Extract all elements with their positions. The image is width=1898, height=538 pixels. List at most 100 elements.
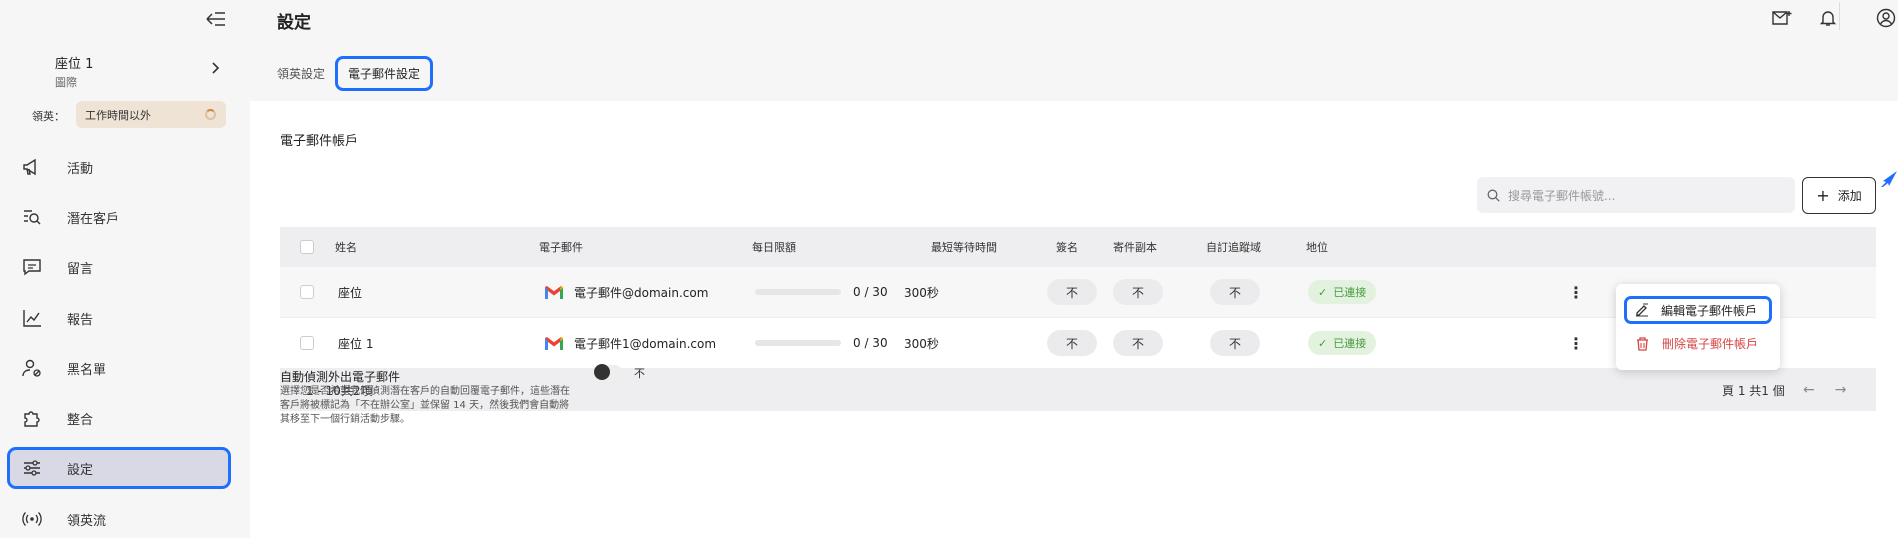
seat-selector[interactable]: 座位 1 圖際 <box>55 53 93 90</box>
sidebar-item-reports[interactable]: 報告 <box>10 299 232 337</box>
message-icon <box>20 255 44 279</box>
delete-email-account-menu-item[interactable]: 刪除電子郵件帳戶 <box>1636 335 1758 352</box>
sidebar-item-label: 整合 <box>67 412 94 428</box>
delete-label: 刪除電子郵件帳戶 <box>1662 337 1759 351</box>
settings-tabs: 領英設定 電子郵件設定 <box>277 56 434 91</box>
edit-label: 編輯電子郵件帳戶 <box>1661 303 1758 318</box>
column-header-daily-limit: 每日限額 <box>752 241 796 254</box>
row-min-wait: 300秒 <box>904 336 939 351</box>
chevron-right-icon[interactable] <box>212 62 220 77</box>
check-icon: ✓ <box>1318 336 1328 350</box>
status-text: 已連接 <box>1333 286 1367 299</box>
collapse-sidebar-icon[interactable] <box>204 8 228 30</box>
status-badge[interactable]: 工作時間以外 <box>76 101 226 128</box>
chart-icon <box>20 306 44 330</box>
table-header: 姓名 電子郵件 每日限額 最短等待時間 簽名 寄件副本 自訂追蹤域 地位 <box>280 227 1876 267</box>
cc-badge: 不 <box>1113 279 1163 305</box>
prev-page-icon[interactable]: ← <box>1803 382 1815 398</box>
row-daily-limit: 0 / 30 <box>755 318 888 368</box>
seat-name: 座位 1 <box>55 57 94 72</box>
signature-badge: 不 <box>1047 279 1097 305</box>
row-email-text: 電子郵件@domain.com <box>574 285 709 300</box>
toggle-label: 不 <box>634 367 645 380</box>
email-settings-panel: 電子郵件帳戶 搜尋電子郵件帳號... + 添加 姓名 電子郵件 每日限額 最短等… <box>250 101 1898 538</box>
edit-icon <box>1635 303 1651 317</box>
column-header-cc: 寄件副本 <box>1113 241 1157 254</box>
user-block-icon <box>20 356 44 380</box>
megaphone-icon <box>20 155 44 179</box>
row-checkbox[interactable] <box>300 285 314 299</box>
add-email-account-button[interactable]: + 添加 <box>1802 177 1876 214</box>
more-options-icon[interactable]: ⋮ <box>1568 334 1584 353</box>
next-page-icon[interactable]: → <box>1835 382 1847 398</box>
sidebar-item-label: 報告 <box>67 312 94 328</box>
status-text: 工作時間以外 <box>85 108 151 122</box>
row-limit-text: 0 / 30 <box>853 336 888 350</box>
trash-icon <box>1636 336 1652 351</box>
column-header-tracking-domain: 自訂追蹤域 <box>1206 241 1261 254</box>
search-icon <box>1487 189 1500 202</box>
toggle-knob <box>594 364 610 380</box>
sidebar-item-integrations[interactable]: 整合 <box>10 399 232 437</box>
column-header-name: 姓名 <box>335 241 357 254</box>
row-email: 電子郵件@domain.com <box>544 267 708 317</box>
header-icons <box>1748 6 1898 30</box>
page-title: 設定 <box>277 13 311 33</box>
search-list-icon <box>20 205 44 229</box>
sidebar-item-label: 潛在客戶 <box>67 211 120 227</box>
add-label: 添加 <box>1837 189 1862 203</box>
pager-arrows: ← → <box>1803 369 1866 411</box>
signature-badge: 不 <box>1047 330 1097 356</box>
sliders-icon <box>20 456 44 480</box>
sidebar-item-leads[interactable]: 潛在客戶 <box>10 198 232 236</box>
status-badge: ✓ 已連接 <box>1308 331 1377 355</box>
daily-limit-progress <box>755 289 841 295</box>
select-all-checkbox[interactable] <box>300 240 314 254</box>
sidebar-item-messages[interactable]: 留言 <box>10 248 232 286</box>
column-header-email: 電子郵件 <box>539 241 583 254</box>
row-email: 電子郵件1@domain.com <box>544 318 716 368</box>
status-text: 已連接 <box>1333 337 1367 350</box>
plus-icon: + <box>1816 186 1830 205</box>
user-account-icon[interactable] <box>1874 6 1898 30</box>
sidebar-item-activities[interactable]: 活動 <box>10 148 232 186</box>
column-header-status: 地位 <box>1306 241 1328 254</box>
puzzle-icon <box>20 406 44 430</box>
auto-detect-description: 選擇您是否希望我們偵測潛在客戶的自動回覆電子郵件，這些潛在客戶將被標記為「不在辦… <box>280 386 570 425</box>
row-actions-menu: 編輯電子郵件帳戶 刪除電子郵件帳戶 <box>1616 284 1780 370</box>
check-icon: ✓ <box>1318 285 1328 299</box>
broadcast-icon <box>20 507 44 531</box>
row-name: 座位 <box>338 285 363 300</box>
status-badge: ✓ 已連接 <box>1308 280 1377 304</box>
row-checkbox[interactable] <box>300 336 314 350</box>
column-header-signature: 簽名 <box>1056 241 1078 254</box>
edit-email-account-menu-item[interactable]: 編輯電子郵件帳戶 <box>1624 296 1772 324</box>
sidebar-item-blacklist[interactable]: 黑名單 <box>10 349 232 387</box>
auto-detect-toggle[interactable] <box>594 364 622 380</box>
sidebar-item-settings[interactable]: 設定 <box>7 447 231 489</box>
loading-spinner-icon <box>205 109 216 120</box>
gmail-icon <box>545 336 563 350</box>
tracking-domain-badge: 不 <box>1210 330 1260 356</box>
row-min-wait: 300秒 <box>904 285 939 300</box>
row-name: 座位 1 <box>338 336 374 351</box>
auto-detect-title: 自動偵測外出電子郵件 <box>280 370 401 384</box>
sidebar-item-linkedin-flow[interactable]: 領英流 <box>10 500 232 538</box>
column-header-min-wait: 最短等待時間 <box>931 241 997 254</box>
sidebar: 座位 1 圖際 領英： 工作時間以外 活動 潛在客戶 留言 報告 黑名單 整合 … <box>0 0 250 538</box>
sidebar-item-label: 留言 <box>67 261 94 277</box>
mail-add-icon[interactable] <box>1770 6 1794 30</box>
search-input[interactable]: 搜尋電子郵件帳號... <box>1477 177 1795 213</box>
sidebar-item-label: 領英流 <box>67 513 107 529</box>
tab-email-settings[interactable]: 電子郵件設定 <box>335 56 434 91</box>
cursor-arrow-icon <box>1880 170 1898 191</box>
row-daily-limit: 0 / 30 <box>755 267 888 317</box>
gmail-icon <box>545 285 563 299</box>
section-title: 電子郵件帳戶 <box>280 134 359 149</box>
sidebar-item-label: 設定 <box>67 462 94 478</box>
tracking-domain-badge: 不 <box>1210 279 1260 305</box>
bell-icon[interactable] <box>1816 6 1840 30</box>
tab-linkedin-settings[interactable]: 領英設定 <box>277 65 325 82</box>
pager-page: 頁 1 共1 個 <box>1722 383 1785 398</box>
more-options-icon[interactable]: ⋮ <box>1568 283 1584 302</box>
